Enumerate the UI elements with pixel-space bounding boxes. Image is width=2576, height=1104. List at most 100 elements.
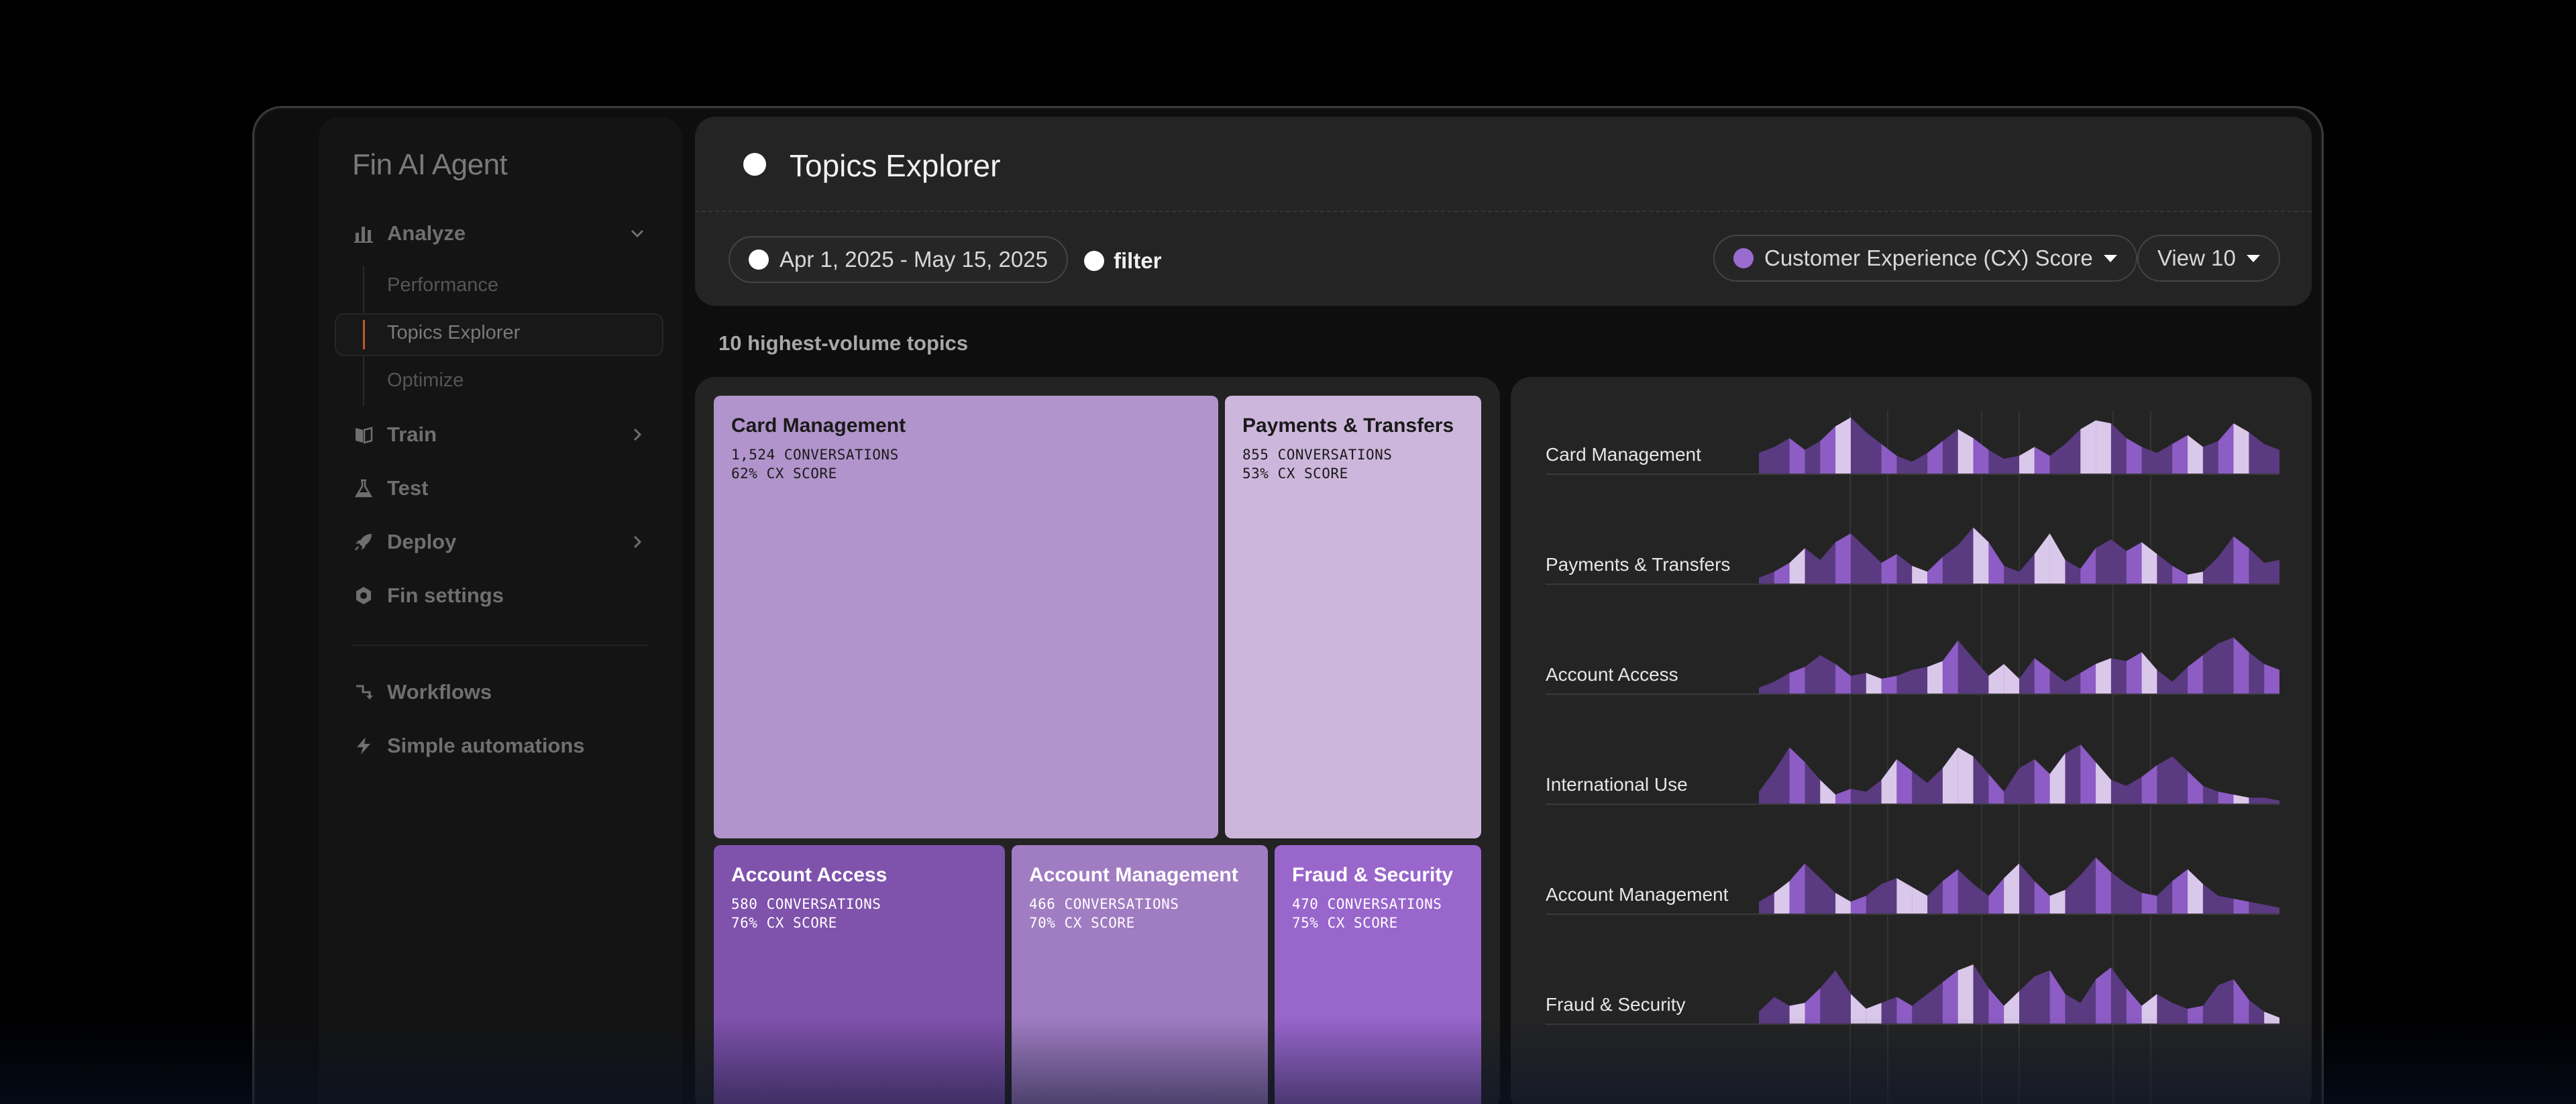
treemap-tile-card-management[interactable]: Card Management 1,524 CONVERSATIONS 62% … [714, 396, 1218, 838]
chevron-right-icon[interactable] [627, 532, 647, 552]
sparkline-segment [1835, 533, 1851, 584]
treemap-panel: Card Management 1,524 CONVERSATIONS 62% … [695, 377, 1500, 1104]
sparkline-segment [1927, 557, 1943, 584]
sparkline-segment [2034, 881, 2050, 914]
workflow-icon [352, 681, 375, 704]
sparkline-chart[interactable] [1759, 850, 2279, 918]
sparkline-segment [2218, 423, 2234, 474]
filter-button[interactable]: filter [1084, 248, 1162, 274]
subnav-item-performance[interactable]: Performance [387, 274, 498, 296]
sparkline-segment [2034, 759, 2050, 804]
section-label: 10 highest-volume topics [718, 331, 969, 355]
sparkline-label: Account Access [1546, 664, 1678, 685]
sparkline-baseline [1546, 474, 2279, 475]
bar-chart-icon [352, 222, 375, 245]
sparkline-baseline [1546, 584, 2279, 585]
sparkline-segment [2188, 655, 2203, 694]
rocket-icon [352, 531, 375, 553]
sparkline-segment [1789, 863, 1805, 914]
sparkline-segment [2188, 771, 2203, 804]
sparkline-segment [2172, 565, 2188, 584]
sparkline-segment [2004, 991, 2019, 1024]
calendar-icon [749, 250, 769, 270]
sparkline-segment [2004, 863, 2019, 914]
tile-conversations: 466 CONVERSATIONS [1029, 896, 1179, 912]
sparkline-chart[interactable] [1759, 410, 2279, 478]
sparkline-segment [2126, 988, 2142, 1024]
treemap-tile-account-access[interactable]: Account Access 580 CONVERSATIONS 76% CX … [714, 845, 1005, 1104]
sparkline-baseline [1546, 694, 2279, 695]
sparkline-segment [1881, 759, 1897, 804]
sparkline-segment [1957, 747, 1974, 804]
subnav-item-topics-explorer[interactable]: Topics Explorer [387, 322, 520, 344]
chevron-down-icon[interactable] [627, 223, 647, 243]
sparkline-segment [1805, 988, 1821, 1024]
sparkline-chart[interactable] [1759, 520, 2279, 588]
bolt-icon [352, 734, 375, 757]
sparkline-chart[interactable] [1759, 740, 2279, 808]
sparkline-segment [2233, 637, 2249, 694]
date-range-label: Apr 1, 2025 - May 15, 2025 [780, 247, 1048, 272]
tile-conversations: 470 CONVERSATIONS [1292, 896, 1442, 912]
tile-score: 70% CX SCORE [1029, 915, 1135, 931]
sparkline-segment [2004, 664, 2019, 694]
sidebar-divider [352, 645, 647, 646]
sidebar-item-fin-settings[interactable]: Fin settings [352, 579, 647, 612]
sidebar: Fin AI Agent Analyze Performance Topics … [319, 117, 682, 1104]
treemap-tile-payments-transfers[interactable]: Payments & Transfers 855 CONVERSATIONS 5… [1225, 396, 1481, 838]
sparkline-segment [2141, 542, 2157, 584]
sparkline-segment [2141, 765, 2157, 804]
date-range-picker[interactable]: Apr 1, 2025 - May 15, 2025 [729, 236, 1068, 283]
sidebar-item-train[interactable]: Train [352, 418, 647, 451]
sparkline-segment [2080, 548, 2096, 584]
tile-conversations: 580 CONVERSATIONS [731, 896, 881, 912]
tile-score: 75% CX SCORE [1292, 915, 1398, 931]
subnav-item-optimize[interactable]: Optimize [387, 370, 464, 392]
sparkline-segment [2049, 533, 2065, 584]
sparkline-segment [1835, 789, 1851, 804]
sparkline-segment [2049, 970, 2065, 1024]
sparkline-segment [1927, 441, 1943, 474]
sparkline-segment [1973, 527, 1989, 584]
sparkline-segment [2233, 794, 2249, 804]
sparkline-segment [1973, 438, 1989, 474]
view-select[interactable]: View 10 [2137, 235, 2280, 282]
gear-icon [352, 584, 375, 607]
sparkline-segment [2172, 435, 2188, 474]
sparkline-segment [2126, 438, 2142, 474]
sparkline-segment [2049, 753, 2065, 804]
sidebar-item-label: Test [387, 476, 429, 500]
sparkline-segment [1789, 548, 1805, 584]
sparkline-segment [1835, 664, 1851, 694]
header-divider [695, 211, 2312, 212]
sidebar-item-label: Workflows [387, 680, 492, 704]
sparkline-segment [2096, 762, 2111, 804]
chevron-right-icon[interactable] [627, 425, 647, 445]
sparkline-segment [1774, 881, 1790, 914]
flask-icon [352, 477, 375, 500]
sidebar-item-test[interactable]: Test [352, 472, 647, 505]
metric-color-dot [1733, 248, 1754, 268]
sparkline-segment [1927, 661, 1943, 694]
sparkline-segment [2080, 664, 2096, 694]
sparkline-segment [1820, 779, 1836, 804]
sparkline-segment [1835, 893, 1851, 914]
sparkline-segment [1866, 673, 1882, 694]
sidebar-item-analyze[interactable]: Analyze [352, 217, 647, 250]
sparkline-segment [1988, 664, 2004, 694]
treemap-tile-account-management[interactable]: Account Management 466 CONVERSATIONS 70%… [1012, 845, 1268, 1104]
sidebar-item-label: Train [387, 423, 437, 446]
treemap-tile-fraud-security[interactable]: Fraud & Security 470 CONVERSATIONS 75% C… [1275, 845, 1481, 1104]
sparkline-segment [2034, 533, 2050, 584]
sidebar-item-deploy[interactable]: Deploy [352, 525, 647, 559]
sidebar-item-simple-automations[interactable]: Simple automations [352, 729, 647, 763]
sparkline-segment [1881, 675, 1897, 694]
sparkline-chart[interactable] [1759, 630, 2279, 698]
sparkline-segment [1988, 988, 2004, 1024]
metric-select[interactable]: Customer Experience (CX) Score [1713, 235, 2137, 282]
sparkline-segment [1789, 438, 1805, 474]
sidebar-item-workflows[interactable]: Workflows [352, 675, 647, 709]
sparkline-chart[interactable] [1759, 960, 2279, 1028]
sidebar-item-label: Simple automations [387, 734, 585, 757]
caret-down-icon [2246, 254, 2260, 262]
